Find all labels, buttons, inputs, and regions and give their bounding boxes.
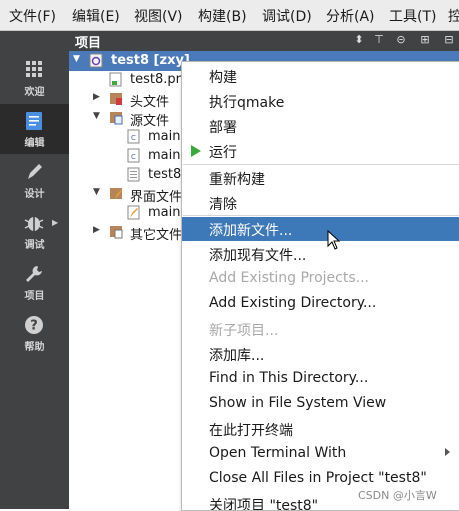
bug-icon [24,217,44,231]
tree-row-label: test8 [148,167,182,182]
edit-document-icon [26,112,42,130]
expand-down-icon[interactable]: ▼ [93,111,100,121]
run-icon [191,145,201,157]
svg-text:C: C [131,134,136,142]
mode-welcome-label: 欢迎 [24,87,45,98]
watermark: CSDN @小言W [358,489,437,502]
pencil-icon [28,164,42,179]
menu-item-show-in-filesystem[interactable]: Show in File System View [182,392,459,416]
mode-design-label: 设计 [24,189,45,200]
mode-debug-label: 调试 [24,240,45,251]
menu-item-run[interactable]: 运行 [182,139,459,163]
menu-item-label: 重新构建 [209,172,265,188]
menu-item-deploy[interactable]: 部署 [182,114,459,138]
menu-item-label: 在此打开终端 [209,423,293,439]
menu-item-label: Close All Files in Project "test8" [209,470,427,486]
menu-item-add-existing-projects: Add Existing Projects... [182,267,459,291]
menu-build[interactable]: 构建(B) [198,6,247,26]
grid-icon [26,61,42,77]
mode-help[interactable]: ? 帮助 [0,308,69,358]
filter-icon[interactable]: ⊤ [371,33,387,49]
pro-file-icon [109,72,122,87]
wrench-icon [26,266,42,282]
mode-edit[interactable]: 编辑 [0,104,69,154]
menu-item-label: 添加新文件... [209,223,293,239]
menu-item-label: Add Existing Directory... [209,295,377,311]
menu-item-label: 运行 [209,145,237,161]
mode-projects[interactable]: 项目 [0,257,69,307]
menu-item-open-terminal-here[interactable]: 在此打开终端 [182,417,459,441]
expand-down-icon[interactable]: ▼ [93,187,100,197]
menu-item-label: Show in File System View [209,395,387,411]
other-folder-icon [110,226,123,239]
expand-down-icon[interactable]: ▼ [73,54,80,64]
menu-item-label: 清除 [209,197,237,213]
submenu-arrow-icon: ▶ [52,218,59,227]
close-pane-icon[interactable]: ⊟ [441,33,457,49]
menu-bar: 文件(F) 编辑(E) 视图(V) 构建(B) 调试(D) 分析(A) 工具(T… [0,0,459,31]
tree-row-label: 其它文件 [130,228,183,243]
menu-edit[interactable]: 编辑(E) [72,6,120,26]
menu-item-label: 执行qmake [209,95,285,111]
menu-item-open-terminal-with[interactable]: Open Terminal With [182,442,459,466]
mode-debug[interactable]: ▶ 调试 [0,206,69,256]
tree-row-label: test8 [zxy] [111,53,190,68]
menu-file[interactable]: 文件(F) [9,6,56,26]
submenu-arrow-icon [445,448,450,456]
svg-text:?: ? [30,319,38,334]
menu-analyze[interactable]: 分析(A) [326,6,375,26]
mode-sidebar: 欢迎 编辑 设计 ▶ 调试 项目 ? 帮助 [0,31,69,509]
split-icon[interactable]: ⊞ [417,33,433,49]
menu-separator [183,164,459,165]
menu-separator [183,215,459,216]
cpp-file-icon: C [127,148,140,163]
menu-item-find-in-directory[interactable]: Find in This Directory... [182,367,459,391]
text-file-icon [127,167,140,182]
menu-item-label: Add Existing Projects... [209,270,370,286]
menu-item-new-subproject: 新子项目... [182,317,459,341]
project-pane-header: 项目 ⬍ ⊤ ⊝ ⊞ ⊟ [69,31,459,51]
menu-item-clean[interactable]: 清除 [182,191,459,215]
mode-help-label: 帮助 [24,342,45,353]
menu-item-label: Open Terminal With [209,445,347,461]
menu-tools[interactable]: 工具(T) [389,6,436,26]
pane-title: 项目 [75,36,102,51]
link-icon[interactable]: ⊝ [393,33,409,49]
menu-item-label: 添加现有文件... [209,248,307,264]
help-icon: ? [25,316,43,334]
menu-item-label: 新子项目... [209,323,279,339]
menu-item-add-library[interactable]: 添加库... [182,342,459,366]
menu-item-run-qmake[interactable]: 执行qmake [182,89,459,113]
tree-row-label: test8.pro [130,72,189,87]
menu-item-label: 添加库... [209,348,265,364]
menu-view[interactable]: 视图(V) [134,6,183,26]
menu-item-add-new-file[interactable]: 添加新文件... [182,217,459,241]
mode-edit-label: 编辑 [24,138,45,149]
view-select-icon[interactable]: ⬍ [351,33,367,49]
header-folder-icon [110,93,122,105]
mode-projects-label: 项目 [24,291,45,302]
context-menu: 构建 执行qmake 部署 运行 重新构建 清除 添加新文件... 添加现有文件… [181,61,459,511]
menu-controls[interactable]: 控 [448,6,459,26]
menu-debug[interactable]: 调试(D) [262,6,312,26]
form-folder-icon [110,188,122,199]
svg-text:C: C [131,153,136,161]
mouse-cursor-icon [327,230,341,250]
menu-item-label: 部署 [209,120,237,136]
ui-file-icon [127,205,140,220]
menu-item-add-existing-files[interactable]: 添加现有文件... [182,242,459,266]
project-icon [89,53,103,68]
menu-item-add-existing-directory[interactable]: Add Existing Directory... [182,292,459,316]
mode-welcome[interactable]: 欢迎 [0,53,69,103]
expand-right-icon[interactable]: ▶ [93,92,100,102]
menu-item-label: Find in This Directory... [209,370,369,386]
expand-right-icon[interactable]: ▶ [93,225,100,235]
source-folder-icon [110,112,123,125]
mode-design[interactable]: 设计 [0,155,69,205]
cpp-file-icon: C [127,129,140,144]
menu-item-rebuild[interactable]: 重新构建 [182,166,459,190]
menu-item-label: 构建 [209,70,237,86]
menu-item-build[interactable]: 构建 [182,64,459,88]
